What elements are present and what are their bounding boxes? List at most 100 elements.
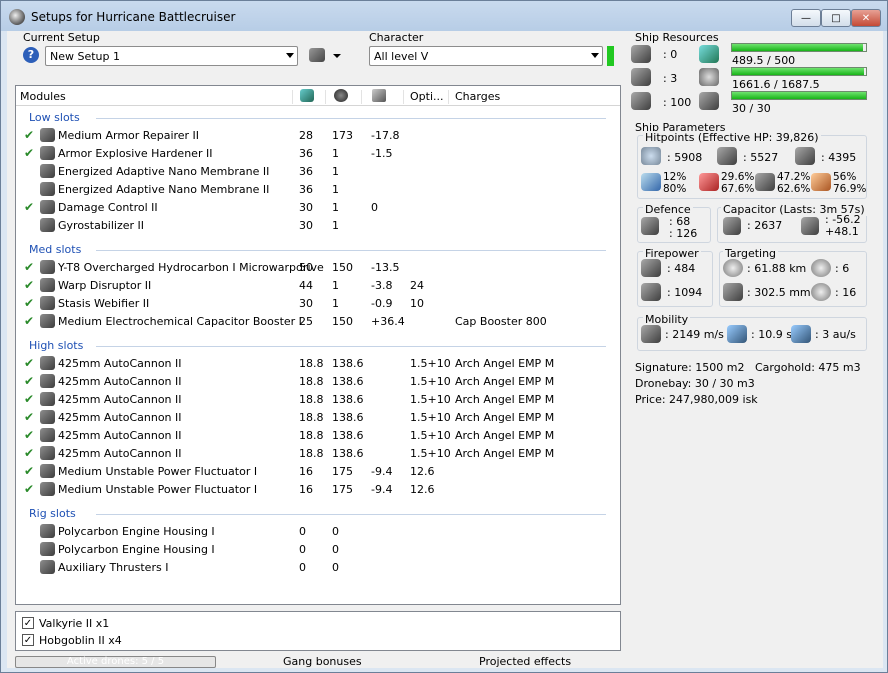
sensor-strength: : 16 [835, 286, 857, 299]
dronebay: Dronebay: 30 / 30 m3 [635, 377, 755, 390]
module-online-check-icon[interactable]: ✔ [24, 278, 34, 292]
module-online-check-icon[interactable]: ✔ [24, 392, 34, 406]
module-name: Damage Control II [58, 201, 158, 214]
module-icon [40, 218, 55, 232]
thermal-resist-armor: 67.6% [721, 183, 755, 195]
setup-dropdown[interactable]: New Setup 1 [45, 46, 298, 66]
thermal-resist-icon [699, 173, 719, 191]
module-online-check-icon[interactable]: ✔ [24, 128, 34, 142]
maximize-button[interactable]: □ [821, 9, 851, 27]
drone-checkbox[interactable]: ✓ [22, 617, 34, 629]
module-c1-value: 36 [299, 165, 313, 178]
module-c1-value: 16 [299, 483, 313, 496]
module-row[interactable]: ✔ Stasis Webifier II 30 1 -0.9 10 [16, 294, 620, 312]
module-c4-value: 1.5+10 [410, 375, 451, 388]
med-slot-icon [631, 68, 651, 86]
cpu-value: 489.5 / 500 [732, 54, 796, 67]
module-row[interactable]: ✔ Y-T8 Overcharged Hydrocarbon I Microwar… [16, 258, 620, 276]
minimize-button[interactable]: — [791, 9, 821, 27]
modules-list[interactable]: Modules Opti... Charges Low slots ✔ Medium… [15, 85, 621, 605]
module-icon [40, 164, 55, 178]
module-icon [40, 356, 55, 370]
module-online-check-icon[interactable]: ✔ [24, 410, 34, 424]
col-optimal[interactable]: Opti... [410, 90, 444, 103]
module-name: Y-T8 Overcharged Hydrocarbon I Microwarp… [58, 261, 324, 274]
module-row[interactable]: ✔ 425mm AutoCannon II 18.8 138.6 1.5+10 Arch … [16, 372, 620, 390]
help-icon[interactable]: ? [23, 47, 39, 63]
module-row[interactable]: ✔ Medium Unstable Power Fluctuator I 16 175… [16, 462, 620, 480]
module-row[interactable]: ✔ 425mm AutoCannon II 18.8 138.6 1.5+10 Arch … [16, 354, 620, 372]
module-row[interactable]: ✔ 425mm AutoCannon II 18.8 138.6 1.5+10 Arch … [16, 408, 620, 426]
module-icon [40, 278, 55, 292]
module-row[interactable]: ✔ Medium Unstable Power Fluctuator I 16 175… [16, 480, 620, 498]
module-row[interactable]: Energized Adaptive Nano Membrane II 36 1 [16, 162, 620, 180]
module-online-check-icon[interactable]: ✔ [24, 482, 34, 496]
module-icon [40, 446, 55, 460]
module-row[interactable]: ✔ 425mm AutoCannon II 18.8 138.6 1.5+10 Arch … [16, 426, 620, 444]
module-row[interactable]: Gyrostabilizer II 30 1 [16, 216, 620, 234]
module-row[interactable]: Energized Adaptive Nano Membrane II 36 1 [16, 180, 620, 198]
module-row[interactable]: ✔ Medium Electrochemical Capacitor Booste… [16, 312, 620, 330]
chevron-down-icon [333, 54, 341, 58]
module-icon [40, 524, 55, 538]
module-c3-value: 0 [371, 201, 378, 214]
module-name: 425mm AutoCannon II [58, 375, 182, 388]
module-online-check-icon[interactable]: ✔ [24, 314, 34, 328]
module-c1-value: 36 [299, 183, 313, 196]
module-row[interactable]: ✔ Damage Control II 30 1 0 [16, 198, 620, 216]
module-online-check-icon[interactable]: ✔ [24, 428, 34, 442]
cpu-column-icon[interactable] [300, 89, 314, 102]
gang-bonuses-button[interactable]: Gang bonuses [283, 655, 362, 668]
module-c2-value: 138.6 [332, 357, 364, 370]
module-row[interactable]: Auxiliary Thrusters I 0 0 [16, 558, 620, 576]
title-bar: Setups for Hurricane Battlecruiser — □ ✕ [1, 1, 887, 31]
module-row[interactable]: ✔ 425mm AutoCannon II 18.8 138.6 1.5+10 Arch … [16, 444, 620, 462]
col-charges[interactable]: Charges [455, 90, 500, 103]
module-c2-value: 1 [332, 183, 339, 196]
module-c2-value: 173 [332, 129, 353, 142]
module-row[interactable]: Polycarbon Engine Housing I 0 0 [16, 522, 620, 540]
powergrid-column-icon[interactable] [334, 89, 348, 102]
chevron-down-icon [286, 53, 294, 58]
drone-checkbox[interactable]: ✓ [22, 634, 34, 646]
module-online-check-icon[interactable]: ✔ [24, 146, 34, 160]
module-online-check-icon[interactable]: ✔ [24, 200, 34, 214]
bandwidth-value: 30 / 30 [732, 102, 771, 115]
module-online-check-icon[interactable]: ✔ [24, 464, 34, 478]
align-time: : 10.9 s [751, 328, 792, 341]
module-online-check-icon[interactable]: ✔ [24, 374, 34, 388]
setup-tools-button[interactable] [309, 47, 343, 65]
module-c1-value: 25 [299, 315, 313, 328]
module-online-check-icon[interactable]: ✔ [24, 446, 34, 460]
module-c1-value: 18.8 [299, 429, 324, 442]
module-row[interactable]: Polycarbon Engine Housing I 0 0 [16, 540, 620, 558]
module-online-check-icon[interactable]: ✔ [24, 356, 34, 370]
module-online-check-icon[interactable]: ✔ [24, 296, 34, 310]
capacitor-column-icon[interactable] [372, 89, 386, 102]
module-c1-value: 18.8 [299, 357, 324, 370]
projected-effects-button[interactable]: Projected effects [479, 655, 571, 668]
module-row[interactable]: ✔ Medium Armor Repairer II 28 173 -17.8 [16, 126, 620, 144]
turret-dps-icon [641, 259, 661, 277]
explosive-resist-icon [811, 173, 831, 191]
module-online-check-icon[interactable]: ✔ [24, 260, 34, 274]
module-name: Warp Disruptor II [58, 279, 152, 292]
module-c4-value: 1.5+10 [410, 411, 451, 424]
character-label: Character [369, 31, 424, 44]
module-c3-value: -9.4 [371, 483, 393, 496]
capacitor-amount: : 2637 [747, 219, 783, 232]
module-c1-value: 30 [299, 297, 313, 310]
explosive-resist-armor: 76.9% [833, 183, 867, 195]
module-icon [40, 314, 55, 328]
module-row[interactable]: ✔ Armor Explosive Hardener II 36 1 -1.5 [16, 144, 620, 162]
col-divider [361, 90, 362, 104]
module-c5-value: Arch Angel EMP M [455, 411, 555, 424]
character-dropdown[interactable]: All level V [369, 46, 603, 66]
module-row[interactable]: ✔ Warp Disruptor II 44 1 -3.8 24 [16, 276, 620, 294]
close-button[interactable]: ✕ [851, 9, 881, 27]
kinetic-resist-armor: 62.6% [777, 183, 811, 195]
module-name: 425mm AutoCannon II [58, 411, 182, 424]
module-c5-value: Arch Angel EMP M [455, 393, 555, 406]
col-modules[interactable]: Modules [20, 90, 66, 103]
module-row[interactable]: ✔ 425mm AutoCannon II 18.8 138.6 1.5+10 Arch … [16, 390, 620, 408]
